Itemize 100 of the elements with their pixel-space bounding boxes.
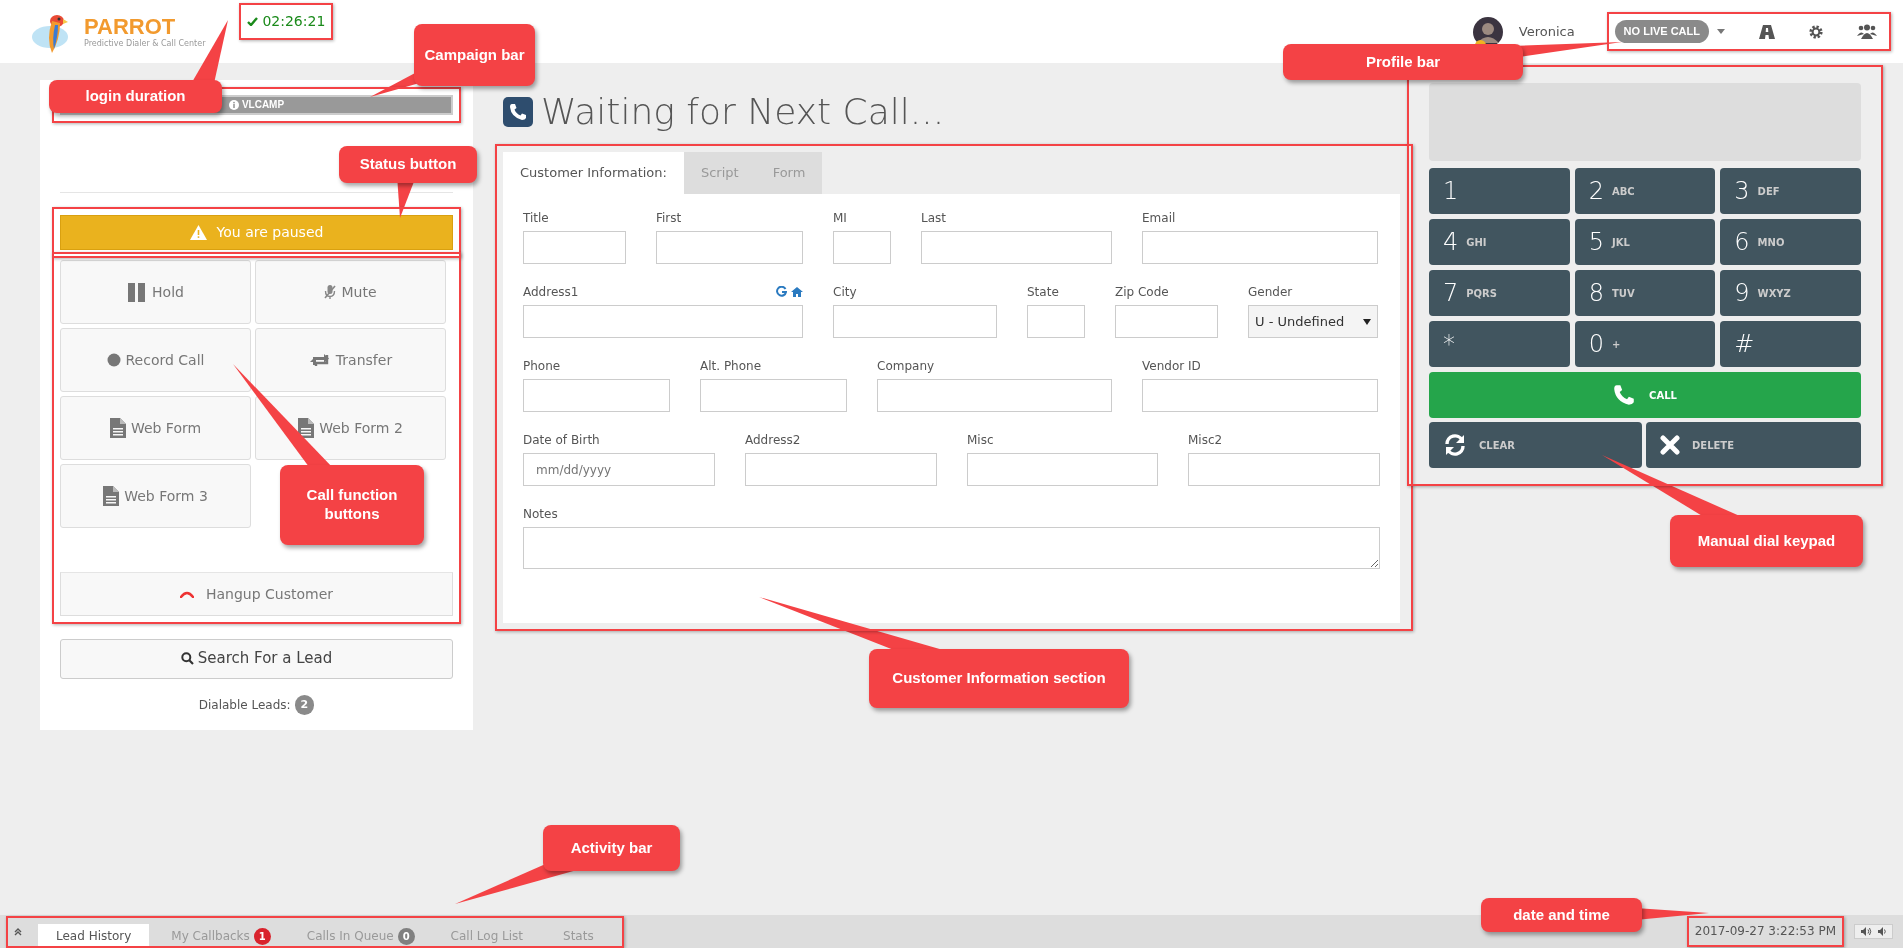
count-badge: 0 — [397, 927, 415, 945]
close-icon — [1660, 435, 1680, 455]
phone-icon — [1613, 384, 1636, 406]
field-label: Date of Birth — [523, 431, 600, 449]
callout-label: Customer Information section — [869, 649, 1129, 708]
field-label: Misc — [967, 431, 994, 449]
record-icon — [106, 353, 121, 368]
field-label: Address2 — [745, 431, 801, 449]
callout-label: Call function buttons — [280, 465, 424, 545]
field-label: Address1 — [523, 283, 579, 301]
hangup-icon — [179, 590, 194, 598]
campaign-name: VLCAMP — [241, 98, 285, 113]
callout-label: login duration — [49, 80, 222, 113]
input-field[interactable] — [523, 231, 626, 264]
callout-label: Campaign bar — [414, 24, 535, 86]
field-label: Phone — [523, 357, 561, 375]
muted-microphone-icon — [324, 284, 337, 301]
users-icon[interactable] — [1857, 24, 1877, 39]
input-field[interactable] — [523, 379, 670, 412]
keypad-key[interactable]: # — [1720, 321, 1861, 367]
tab[interactable]: Customer Information: — [503, 152, 684, 194]
call-function-button[interactable]: Transfer — [255, 328, 446, 393]
transfer-icon — [308, 353, 331, 368]
call-function-button[interactable]: Record Call — [60, 328, 251, 393]
field-label: Company — [877, 357, 935, 375]
google-icon[interactable] — [776, 286, 787, 297]
phone-icon — [503, 97, 533, 127]
field-label: Title — [523, 209, 549, 227]
keypad-key[interactable]: 4 GHI — [1429, 219, 1570, 265]
input-field[interactable] — [700, 379, 847, 412]
input-field[interactable] — [1142, 231, 1378, 264]
warning-icon — [189, 225, 207, 241]
keypad-key[interactable]: 7 PQRS — [1429, 270, 1570, 316]
count-badge: 1 — [253, 927, 271, 945]
refresh-icon — [1443, 433, 1467, 457]
call-button[interactable]: CALL — [1429, 372, 1861, 418]
hangup-button[interactable]: Hangup Customer — [60, 572, 453, 616]
keypad-key[interactable]: 6 MNO — [1720, 219, 1861, 265]
input-field[interactable] — [745, 453, 937, 486]
keypad-key[interactable]: 1 — [1429, 168, 1570, 214]
hold-icon — [127, 281, 148, 304]
input-field[interactable] — [833, 305, 997, 338]
search-lead-button[interactable]: Search For a Lead — [60, 638, 453, 679]
volume-down-icon[interactable] — [1878, 927, 1886, 936]
logo-text: PARROT — [84, 15, 177, 38]
clear-button[interactable]: CLEAR — [1429, 422, 1642, 468]
select-field[interactable]: U - Undefined — [1248, 305, 1378, 338]
document-icon — [109, 418, 126, 439]
input-field[interactable] — [921, 231, 1112, 264]
input-field[interactable] — [877, 379, 1112, 412]
input-field[interactable] — [1188, 453, 1380, 486]
field-label: Misc2 — [1188, 431, 1223, 449]
callout-label: Manual dial keypad — [1670, 515, 1863, 567]
call-function-button[interactable]: Web Form 2 — [255, 396, 446, 461]
input-field[interactable] — [1027, 305, 1085, 338]
dialable-leads-count: 2 — [294, 694, 315, 715]
input-field[interactable] — [1115, 305, 1218, 338]
info-icon — [228, 99, 239, 110]
input-field[interactable] — [833, 231, 891, 264]
call-status-pill[interactable]: NO LIVE CALL — [1614, 20, 1709, 43]
caret-icon[interactable] — [1717, 29, 1725, 34]
field-label: Notes — [523, 505, 558, 523]
field-label: Gender — [1248, 283, 1293, 301]
keypad-key[interactable]: 3 DEF — [1720, 168, 1861, 214]
call-function-button[interactable]: Web Form — [60, 396, 251, 461]
field-label: Vendor ID — [1142, 357, 1201, 375]
keypad-key[interactable]: 5 JKL — [1574, 219, 1716, 265]
field-label: Zip Code — [1115, 283, 1169, 301]
field-label: First — [656, 209, 682, 227]
activity-tab[interactable]: Lead History — [38, 924, 150, 948]
check-icon — [247, 17, 259, 26]
call-function-button[interactable]: Web Form 3 — [60, 464, 251, 529]
call-function-button[interactable]: Hold — [60, 260, 251, 325]
input-field[interactable]: mm/dd/yyyy — [523, 453, 715, 486]
input-field[interactable] — [967, 453, 1158, 486]
keypad-key[interactable]: 2 ABC — [1574, 168, 1716, 214]
field-label: Alt. Phone — [700, 357, 762, 375]
input-field[interactable] — [656, 231, 803, 264]
double-chevron-icon[interactable] — [14, 927, 22, 936]
input-field[interactable] — [1142, 379, 1378, 412]
keypad-key[interactable]: 8 TUV — [1574, 270, 1716, 316]
keypad-key[interactable]: 0 + — [1574, 321, 1716, 367]
settings-icon[interactable] — [1809, 24, 1823, 39]
delete-button[interactable]: DELETE — [1646, 422, 1861, 468]
volume-up-icon[interactable] — [1861, 927, 1872, 936]
document-icon — [298, 418, 315, 439]
keypad-key[interactable]: 9 WXYZ — [1720, 270, 1861, 316]
input-field[interactable] — [523, 305, 803, 338]
search-icon — [180, 652, 194, 666]
user-name: Veronica — [1518, 22, 1575, 41]
date-time: 2017-09-27 3:22:53 PM — [1694, 924, 1836, 939]
logo-tagline: Predictive Dialer & Call Center — [84, 39, 206, 48]
keypad-key[interactable]: * — [1429, 321, 1570, 367]
caret-icon — [1363, 318, 1371, 325]
home-icon[interactable] — [791, 286, 803, 297]
login-timer: 02:26:21 — [262, 12, 326, 31]
field-label: MI — [833, 209, 847, 227]
notes-field[interactable] — [523, 527, 1380, 569]
document-icon — [103, 486, 120, 507]
call-function-button[interactable]: Mute — [255, 260, 446, 325]
